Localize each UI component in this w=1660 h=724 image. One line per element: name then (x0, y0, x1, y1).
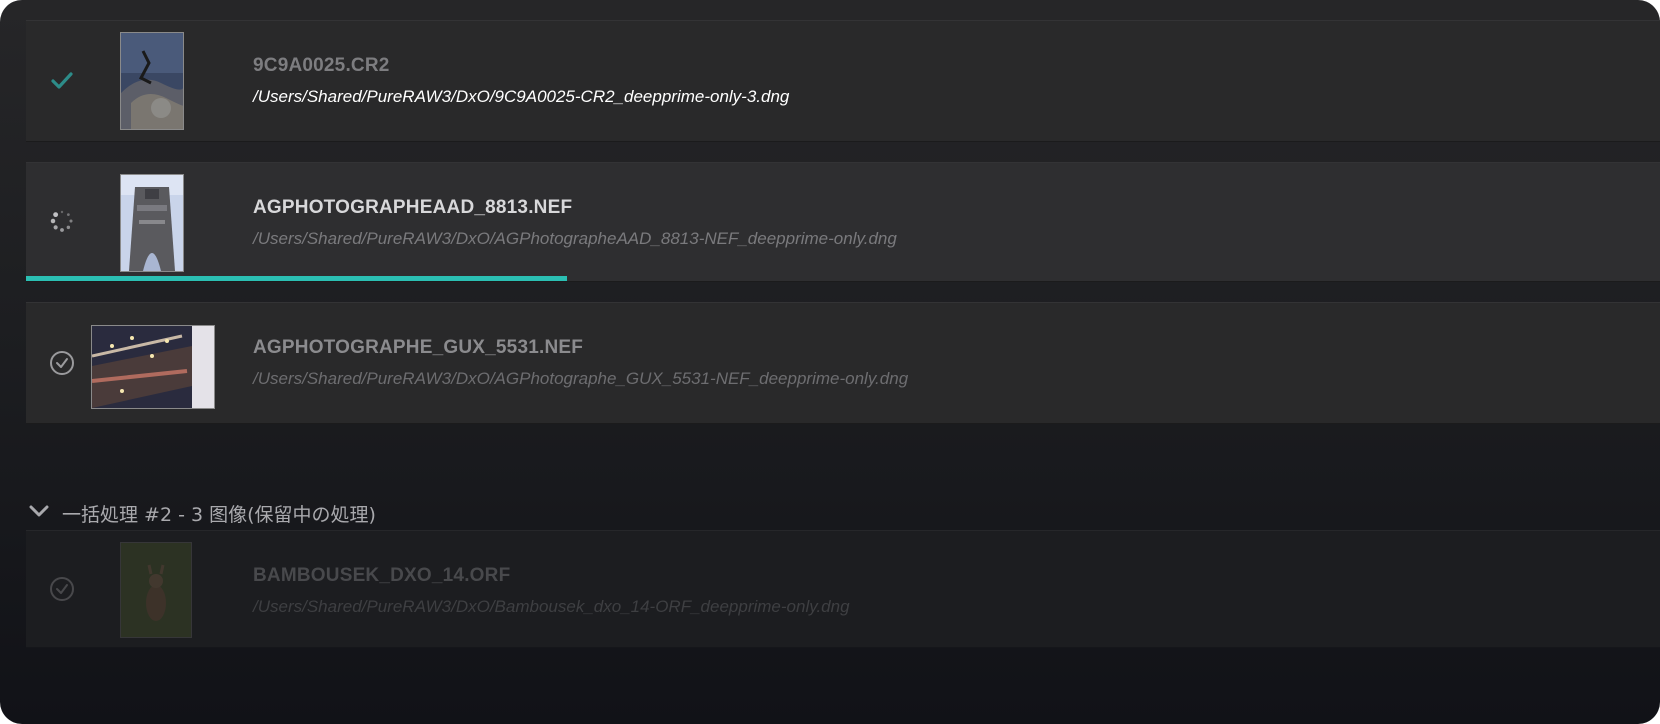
item-path: /Users/Shared/PureRAW3/DxO/AGPhotographe… (253, 369, 909, 388)
item-filename: AGPHOTOGRAPHE_GUX_5531.NEF (253, 337, 584, 358)
processing-queue-window: 9C9A0025.CR2 /Users/Shared/PureRAW3/DxO/… (0, 0, 1660, 724)
check-icon (48, 67, 76, 95)
progress-bar (26, 276, 1660, 281)
queue-item-queued[interactable]: AGPHOTOGRAPHE_GUX_5531.NEF /Users/Shared… (26, 302, 1660, 424)
thumbnail-image (91, 325, 215, 409)
item-path: /Users/Shared/PureRAW3/DxO/Bambousek_dxo… (253, 597, 850, 616)
queue-item-processing[interactable]: AGPHOTOGRAPHEAAD_8813.NEF /Users/Shared/… (26, 162, 1660, 282)
item-filename: 9C9A0025.CR2 (253, 55, 390, 76)
queue-item-done[interactable]: 9C9A0025.CR2 /Users/Shared/PureRAW3/DxO/… (26, 20, 1660, 142)
progress-fill (26, 276, 568, 281)
thumbnail-image (120, 542, 192, 638)
thumbnail-image (120, 32, 184, 130)
circle-check-icon (48, 575, 76, 603)
item-path: /Users/Shared/PureRAW3/DxO/AGPhotographe… (253, 229, 897, 248)
item-path: /Users/Shared/PureRAW3/DxO/9C9A0025-CR2_… (253, 87, 790, 106)
spinner-icon (48, 207, 76, 235)
chevron-down-icon[interactable] (28, 503, 50, 524)
item-filename: AGPHOTOGRAPHEAAD_8813.NEF (253, 197, 573, 218)
batch-group-label: 一括処理 #2 - 3 图像(保留中の処理) (62, 504, 376, 526)
circle-check-icon (48, 349, 76, 377)
queue-item-pending[interactable]: BAMBOUSEK_DXO_14.ORF /Users/Shared/PureR… (26, 530, 1660, 648)
thumbnail-image (120, 174, 184, 272)
item-filename: BAMBOUSEK_DXO_14.ORF (253, 565, 511, 586)
batch-group-header[interactable]: 一括処理 #2 - 3 图像(保留中の処理) (28, 500, 376, 527)
